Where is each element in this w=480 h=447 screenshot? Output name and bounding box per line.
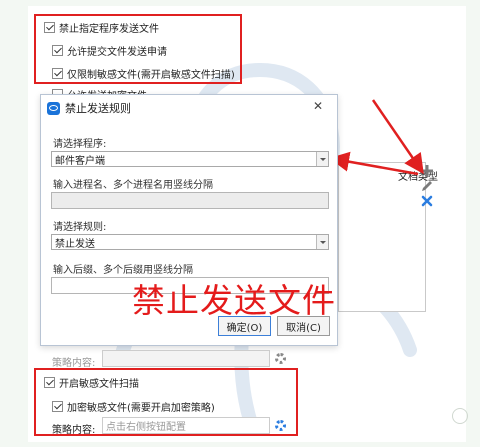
dialog-title: 禁止发送规则 [65, 102, 131, 115]
chevron-down-icon[interactable] [316, 152, 328, 166]
program-select[interactable]: 邮件客户端 [51, 151, 329, 167]
app-logo-icon [47, 101, 60, 115]
rule-select-value: 禁止发送 [55, 238, 95, 250]
process-label: 输入进程名、多个进程名用竖线分隔 [53, 180, 213, 191]
program-select-value: 邮件客户端 [55, 155, 105, 167]
program-label: 请选择程序: [53, 139, 107, 150]
dialog-title-bar: 禁止发送规则 [47, 100, 131, 116]
rule-select[interactable]: 禁止发送 [51, 234, 329, 250]
file-type-list[interactable] [338, 162, 426, 312]
bottom-highlight-box [34, 368, 298, 436]
rule-label: 请选择规则: [53, 222, 107, 233]
top-highlight-box [34, 14, 242, 84]
policy-label: 策略内容: [52, 358, 96, 369]
policy-input[interactable] [102, 350, 270, 367]
close-icon[interactable]: ✕ [313, 99, 323, 113]
gear-icon[interactable] [275, 353, 286, 364]
chevron-down-icon[interactable] [316, 235, 328, 249]
caption-overlay: 禁止发送文件 [132, 281, 336, 320]
process-input[interactable] [51, 192, 329, 209]
scroll-indicator-icon[interactable] [452, 408, 468, 424]
delete-icon[interactable] [421, 195, 433, 207]
add-icon[interactable] [421, 165, 433, 177]
edit-icon[interactable] [421, 180, 433, 192]
